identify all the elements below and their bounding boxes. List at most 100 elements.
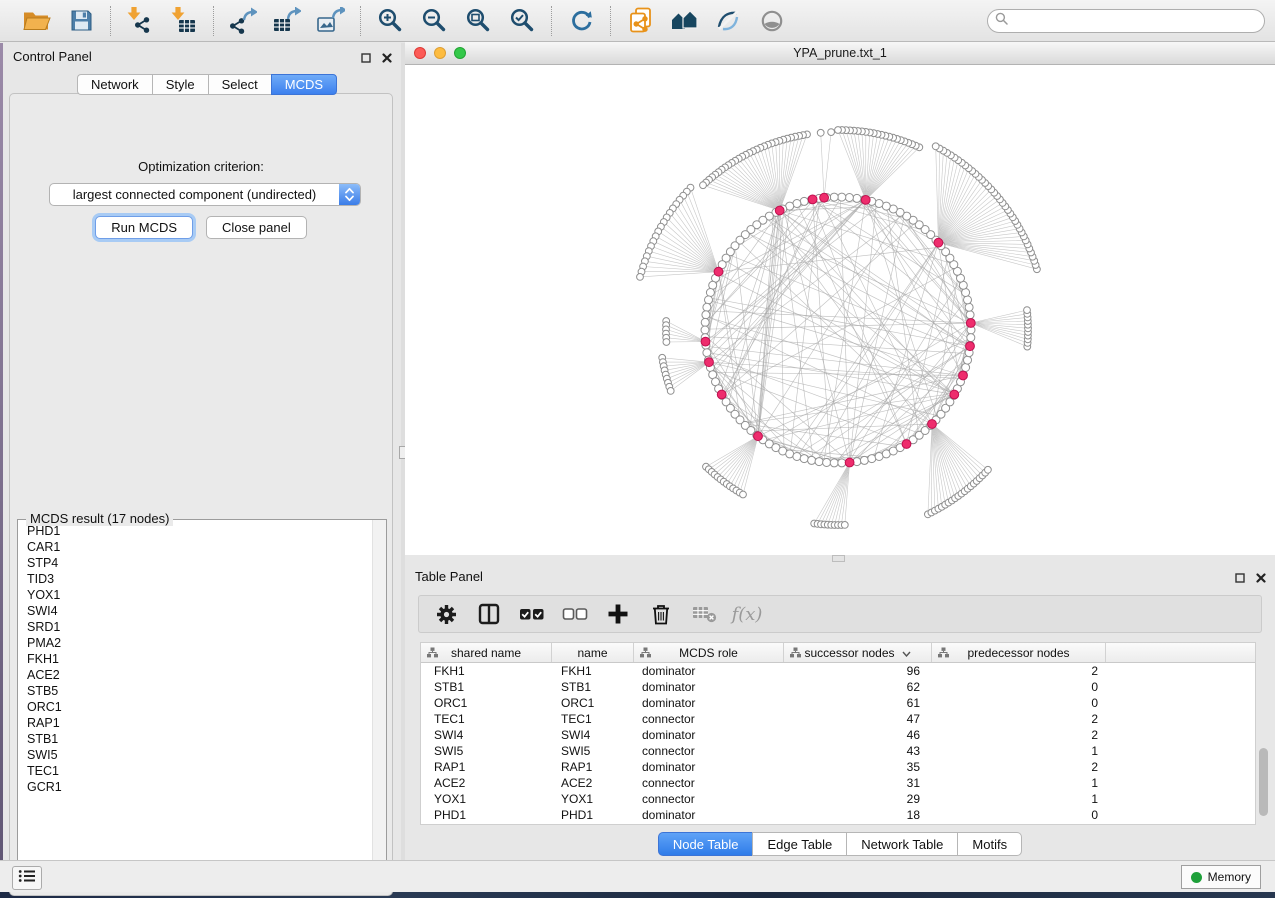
import-table-icon[interactable]: [167, 6, 201, 36]
float-table-panel-icon[interactable]: [1235, 570, 1245, 588]
table-row[interactable]: FKH1FKH1dominator962: [421, 663, 1255, 679]
mcds-result-item[interactable]: STB1: [18, 731, 372, 747]
mcds-result-scrollbar[interactable]: [372, 520, 386, 886]
tab-mcds[interactable]: MCDS: [271, 74, 337, 95]
search-box[interactable]: [987, 9, 1265, 33]
main-toolbar: [0, 0, 1275, 42]
float-panel-icon[interactable]: [361, 50, 371, 68]
window-zoom-icon[interactable]: [454, 47, 466, 59]
mcds-result-item[interactable]: SRD1: [18, 619, 372, 635]
mcds-result-item[interactable]: SWI4: [18, 603, 372, 619]
tab-node-table[interactable]: Node Table: [658, 832, 753, 856]
column-header-label: MCDS role: [679, 646, 738, 660]
task-list-icon: [18, 869, 36, 888]
optimization-criterion-dropdown[interactable]: largest connected component (undirected): [49, 183, 361, 206]
mcds-result-item[interactable]: STP4: [18, 555, 372, 571]
tab-network-table[interactable]: Network Table: [846, 832, 957, 856]
table-row[interactable]: TEC1TEC1connector472: [421, 711, 1255, 727]
clone-network-icon[interactable]: [623, 6, 657, 36]
zoom-out-icon[interactable]: [417, 6, 451, 36]
tab-style[interactable]: Style: [152, 74, 208, 95]
table-row[interactable]: ORC1ORC1dominator610: [421, 695, 1255, 711]
cell-name: STB1: [552, 680, 634, 694]
cell-predecessor_nodes: 2: [932, 760, 1106, 774]
tab-edge-table[interactable]: Edge Table: [752, 832, 846, 856]
cell-name: ORC1: [552, 696, 634, 710]
close-panel-button[interactable]: Close panel: [206, 216, 307, 239]
mcds-result-item[interactable]: ORC1: [18, 699, 372, 715]
mcds-result-item[interactable]: RAP1: [18, 715, 372, 731]
close-table-panel-icon[interactable]: [1256, 570, 1266, 588]
column-header-name[interactable]: name: [552, 643, 634, 662]
column-header-label: name: [577, 646, 607, 660]
export-table-icon[interactable]: [270, 6, 304, 36]
tab-motifs[interactable]: Motifs: [957, 832, 1022, 856]
memory-button[interactable]: Memory: [1181, 865, 1261, 889]
function-builder-icon: f(x): [734, 601, 760, 627]
cell-shared_name: RAP1: [421, 760, 552, 774]
new-column-icon[interactable]: [605, 601, 631, 627]
mcds-result-item[interactable]: PMA2: [18, 635, 372, 651]
cell-mcds_role: dominator: [634, 808, 784, 822]
table-mode-icon[interactable]: [433, 601, 459, 627]
cell-mcds_role: connector: [634, 744, 784, 758]
mcds-result-item[interactable]: STB5: [18, 683, 372, 699]
mcds-result-item[interactable]: ACE2: [18, 667, 372, 683]
toolbar-separator: [360, 6, 361, 36]
node-table-body: FKH1FKH1dominator962STB1STB1dominator620…: [421, 663, 1255, 823]
network-canvas[interactable]: [405, 65, 1275, 555]
export-network-icon[interactable]: [226, 6, 260, 36]
table-row[interactable]: YOX1YOX1connector291: [421, 791, 1255, 807]
run-mcds-button[interactable]: Run MCDS: [95, 216, 193, 239]
zoom-selected-icon[interactable]: [505, 6, 539, 36]
import-network-icon[interactable]: [123, 6, 157, 36]
select-all-rows-icon[interactable]: [519, 601, 545, 627]
hide-graphics-details-icon[interactable]: [711, 6, 745, 36]
column-header-predecessor-nodes[interactable]: predecessor nodes: [932, 643, 1106, 662]
table-row[interactable]: STB1STB1dominator620: [421, 679, 1255, 695]
tab-select[interactable]: Select: [208, 74, 271, 95]
column-header-successor-nodes[interactable]: successor nodes: [784, 643, 932, 662]
table-row[interactable]: SWI4SWI4dominator462: [421, 727, 1255, 743]
column-namespace-icon: [790, 647, 801, 661]
open-file-icon[interactable]: [20, 6, 54, 36]
column-header-MCDS-role[interactable]: MCDS role: [634, 643, 784, 662]
table-row[interactable]: PHD1PHD1dominator180: [421, 807, 1255, 823]
search-input[interactable]: [1013, 13, 1257, 29]
table-row[interactable]: SWI5SWI5connector431: [421, 743, 1255, 759]
mcds-result-item[interactable]: CAR1: [18, 539, 372, 555]
birds-eye-view-icon[interactable]: [755, 6, 789, 36]
deselect-all-rows-icon[interactable]: [562, 601, 588, 627]
tab-network[interactable]: Network: [77, 74, 152, 95]
export-image-icon[interactable]: [314, 6, 348, 36]
show-columns-icon[interactable]: [476, 601, 502, 627]
window-minimize-icon[interactable]: [434, 47, 446, 59]
zoom-fit-icon[interactable]: [461, 6, 495, 36]
network-overview-icon[interactable]: [667, 6, 701, 36]
delete-columns-icon[interactable]: [648, 601, 674, 627]
mcds-result-item[interactable]: FKH1: [18, 651, 372, 667]
mcds-result-item[interactable]: YOX1: [18, 587, 372, 603]
table-scrollbar-thumb[interactable]: [1259, 748, 1268, 816]
table-row[interactable]: ACE2ACE2connector311: [421, 775, 1255, 791]
column-header-shared-name[interactable]: shared name: [421, 643, 552, 662]
cell-name: SWI4: [552, 728, 634, 742]
network-window-titlebar[interactable]: YPA_prune.txt_1: [405, 42, 1275, 65]
cell-predecessor_nodes: 1: [932, 792, 1106, 806]
save-session-icon[interactable]: [64, 6, 98, 36]
delete-table-icon: [691, 601, 717, 627]
mcds-result-item[interactable]: TID3: [18, 571, 372, 587]
control-panel-title: Control Panel: [13, 49, 92, 64]
window-close-icon[interactable]: [414, 47, 426, 59]
mcds-result-item[interactable]: SWI5: [18, 747, 372, 763]
table-panel-divider-handle[interactable]: [832, 555, 845, 562]
table-row[interactable]: RAP1RAP1dominator352: [421, 759, 1255, 775]
cell-successor_nodes: 35: [784, 760, 932, 774]
cell-predecessor_nodes: 2: [932, 664, 1106, 678]
task-history-button[interactable]: [12, 866, 42, 890]
close-panel-icon[interactable]: [382, 50, 392, 68]
mcds-result-item[interactable]: TEC1: [18, 763, 372, 779]
refresh-network-icon[interactable]: [564, 6, 598, 36]
zoom-in-icon[interactable]: [373, 6, 407, 36]
mcds-result-item[interactable]: GCR1: [18, 779, 372, 795]
